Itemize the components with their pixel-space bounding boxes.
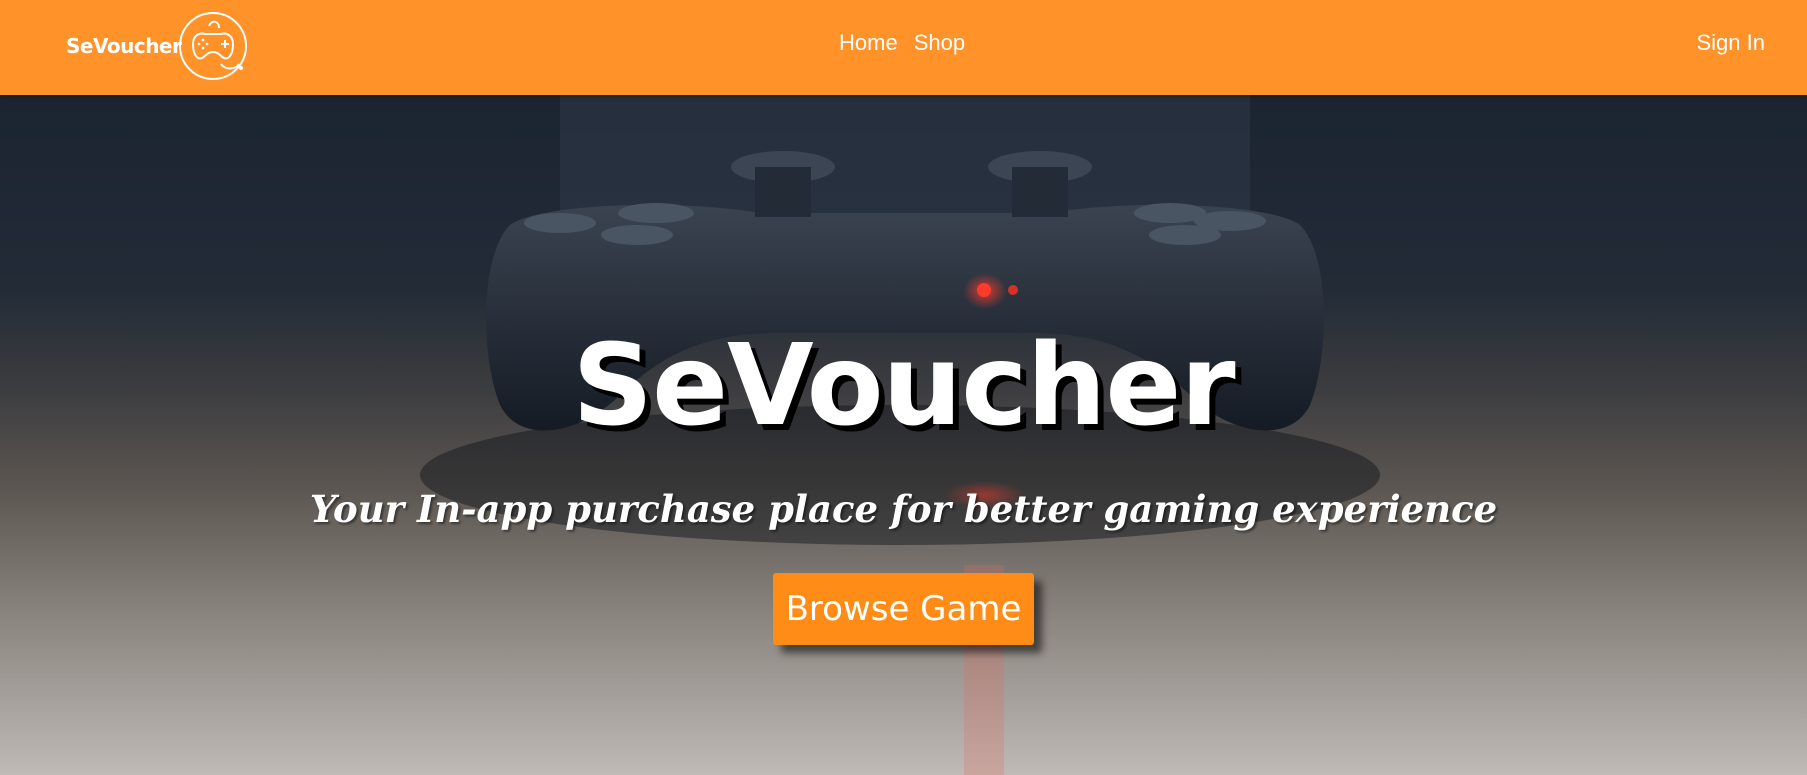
nav-link-shop[interactable]: Shop (914, 30, 965, 56)
hero-section: SeVoucher Your In-app purchase place for… (0, 95, 1807, 775)
gamepad-icon (179, 12, 248, 80)
nav-links: Home Shop (839, 30, 981, 56)
navbar: SeVoucher Home Shop Sign In (0, 0, 1807, 95)
nav-link-home[interactable]: Home (839, 30, 898, 56)
brand-logo-link[interactable]: SeVoucher (66, 10, 251, 82)
sign-in-link[interactable]: Sign In (1697, 30, 1766, 56)
hero-title: SeVoucher (572, 321, 1235, 451)
hero-subtitle: Your In-app purchase place for better ga… (309, 487, 1498, 531)
brand-name: SeVoucher (66, 34, 182, 58)
browse-game-button[interactable]: Browse Game (773, 573, 1034, 645)
